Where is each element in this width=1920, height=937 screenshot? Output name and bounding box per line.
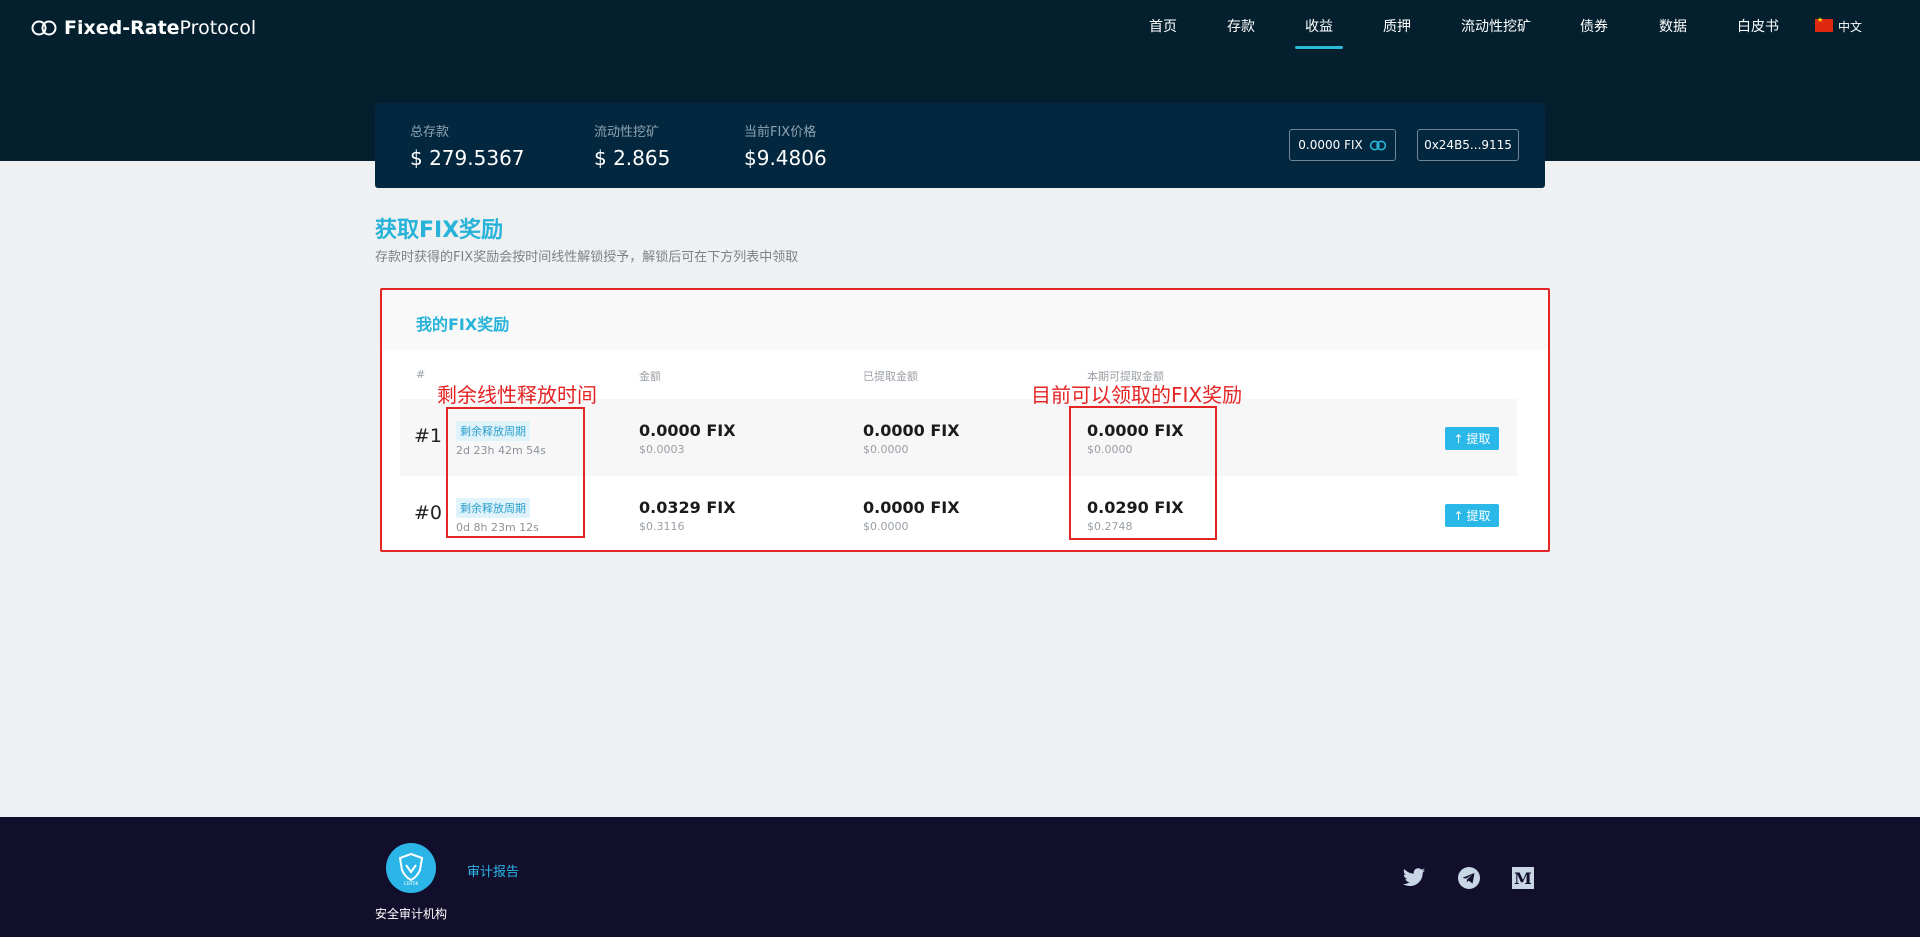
china-flag-icon	[1815, 16, 1833, 32]
infinity-icon	[1369, 140, 1386, 150]
stats-panel: 总存款 $ 279.5367 流动性挖矿 $ 2.865 当前FIX价格 $9.…	[375, 103, 1545, 188]
arrow-up-icon: ↑	[1453, 508, 1464, 523]
brand-name-bold: Fixed-Rate	[64, 17, 180, 39]
amount-usd: $0.0003	[639, 443, 685, 456]
withdrawn-value: 0.0000 FIX	[863, 498, 960, 517]
withdrawn-value: 0.0000 FIX	[863, 421, 960, 440]
certik-shield-icon: CERTIK	[398, 852, 424, 886]
infinity-logo-icon	[31, 20, 57, 36]
annotation-label-remaining: 剩余线性释放时间	[437, 383, 597, 407]
fix-balance-value: 0.0000 FIX	[1298, 138, 1363, 152]
twitter-icon[interactable]	[1401, 865, 1427, 891]
annotation-box-remaining	[446, 407, 585, 538]
page-subtitle: 存款时获得的FIX奖励会按时间线性解锁授予，解锁后可在下方列表中领取	[375, 250, 799, 265]
medium-icon[interactable]: M	[1510, 865, 1536, 891]
brand-logo[interactable]: Fixed-RateProtocol	[30, 15, 256, 41]
claim-button-label: 提取	[1466, 432, 1491, 446]
stat-label: 当前FIX价格	[744, 125, 817, 140]
amount-cell: 0.0329 FIX $0.3116	[639, 498, 736, 533]
language-label: 中文	[1838, 20, 1863, 34]
stat-value: $ 2.865	[594, 146, 671, 170]
withdrawn-usd: $0.0000	[863, 520, 909, 533]
language-switch[interactable]: 中文	[1815, 16, 1863, 35]
audit-caption: 安全审计机构	[375, 907, 448, 921]
column-header-amount: 金额	[639, 370, 661, 383]
stat-liquidity-mining: 流动性挖矿 $ 2.865	[594, 121, 670, 170]
nav-home[interactable]: 首页	[1149, 16, 1177, 36]
claim-button[interactable]: ↑ 提取	[1445, 427, 1499, 450]
stat-label: 总存款	[410, 125, 450, 140]
amount-usd: $0.3116	[639, 520, 685, 533]
nav-earnings[interactable]: 收益	[1295, 16, 1343, 49]
column-header-withdrawn: 已提取金额	[863, 370, 918, 383]
stat-fix-price: 当前FIX价格 $9.4806	[744, 121, 827, 170]
arrow-up-icon: ↑	[1453, 431, 1464, 446]
withdrawn-usd: $0.0000	[863, 443, 909, 456]
amount-value: 0.0000 FIX	[639, 421, 736, 440]
stat-total-deposit: 总存款 $ 279.5367	[410, 121, 525, 170]
nav-deposit[interactable]: 存款	[1227, 16, 1255, 36]
rewards-card-title: 我的FIX奖励	[416, 315, 510, 334]
svg-text:M: M	[1514, 869, 1532, 888]
telegram-icon[interactable]	[1456, 865, 1482, 891]
claim-button-label: 提取	[1466, 509, 1491, 523]
nav-whitepaper[interactable]: 白皮书	[1737, 16, 1779, 36]
row-index: #1	[414, 425, 443, 447]
nav-staking[interactable]: 质押	[1383, 16, 1411, 36]
stat-value: $9.4806	[744, 146, 827, 170]
annotation-label-claimable: 目前可以领取的FIX奖励	[1031, 383, 1243, 407]
stat-value: $ 279.5367	[410, 146, 525, 170]
certik-logo-icon[interactable]: CERTIK	[386, 843, 436, 893]
annotation-box-claimable	[1069, 406, 1217, 540]
top-navbar: Fixed-RateProtocol 首页 存款 收益 质押 流动性挖矿 债券 …	[0, 0, 1920, 54]
amount-cell: 0.0000 FIX $0.0003	[639, 421, 736, 456]
audit-report-link[interactable]: 审计报告	[467, 861, 519, 880]
certik-label: CERTIK	[404, 881, 419, 886]
nav-liquidity-mining[interactable]: 流动性挖矿	[1461, 16, 1531, 36]
withdrawn-cell: 0.0000 FIX $0.0000	[863, 498, 960, 533]
stat-label: 流动性挖矿	[594, 125, 660, 140]
rewards-card-header: 我的FIX奖励	[382, 290, 1548, 350]
withdrawn-cell: 0.0000 FIX $0.0000	[863, 421, 960, 456]
nav-data[interactable]: 数据	[1659, 16, 1687, 36]
wallet-address-button[interactable]: 0x24B5...9115	[1417, 129, 1519, 161]
claim-button[interactable]: ↑ 提取	[1445, 504, 1499, 527]
fix-balance-button[interactable]: 0.0000 FIX	[1289, 129, 1396, 161]
amount-value: 0.0329 FIX	[639, 498, 736, 517]
footer: CERTIK 审计报告 安全审计机构 M	[0, 817, 1920, 937]
column-header-index: #	[416, 368, 426, 381]
nav-bonds[interactable]: 债券	[1580, 16, 1608, 36]
brand-name-light: Protocol	[179, 17, 257, 39]
page-title: 获取FIX奖励	[375, 218, 504, 243]
row-index: #0	[414, 502, 443, 524]
